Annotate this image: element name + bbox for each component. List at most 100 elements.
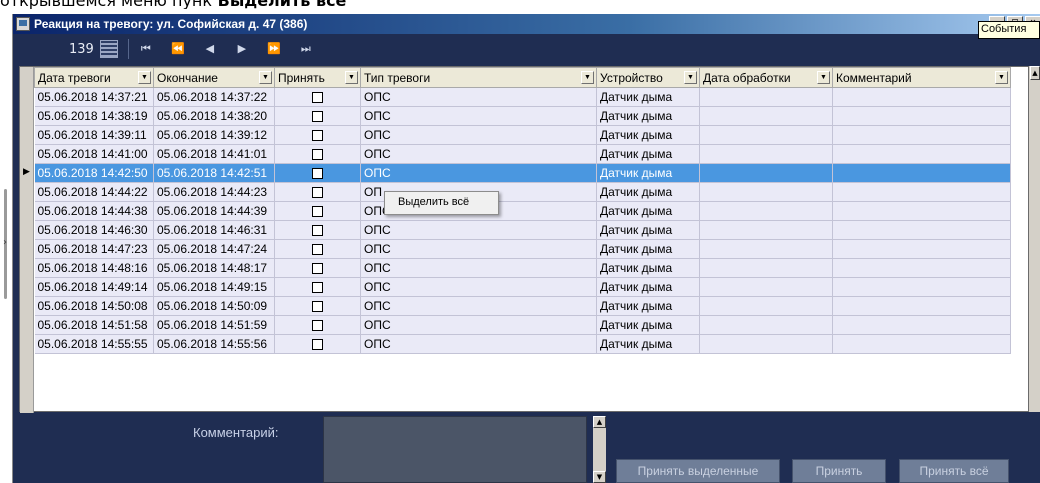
next-record-icon[interactable]: ▶	[233, 42, 249, 56]
table-row[interactable]: 05.06.2018 14:42:50 05.06.2018 14:42:51 ОП…	[34, 163, 1011, 183]
accept-checkbox[interactable]	[312, 244, 323, 256]
cell-accept[interactable]	[274, 144, 361, 164]
cell-alarm-date[interactable]: 05.06.2018 14:41:00	[34, 144, 154, 164]
table-row[interactable]: 05.06.2018 14:38:19 05.06.2018 14:38:20 ОП…	[34, 106, 1011, 126]
scroll-up-icon[interactable]: ▲	[593, 416, 606, 428]
comment-scrollbar[interactable]: ▲ ▼	[593, 416, 606, 483]
cell-comment[interactable]	[832, 334, 1011, 354]
cell-alarm-date[interactable]: 05.06.2018 14:47:23	[34, 239, 154, 259]
cell-end[interactable]: 05.06.2018 14:55:56	[153, 334, 275, 354]
cell-comment[interactable]	[832, 315, 1011, 335]
cell-device[interactable]: Датчик дыма	[596, 106, 700, 126]
cell-alarm-date[interactable]: 05.06.2018 14:49:14	[34, 277, 154, 297]
cell-alarm-date[interactable]: 05.06.2018 14:48:16	[34, 258, 154, 278]
cell-processed-date[interactable]	[699, 220, 833, 240]
cell-processed-date[interactable]	[699, 144, 833, 164]
cell-end[interactable]: 05.06.2018 14:37:22	[153, 87, 275, 107]
cell-alarm-date[interactable]: 05.06.2018 14:38:19	[34, 106, 154, 126]
cell-alarm-date[interactable]: 05.06.2018 14:44:22	[34, 182, 154, 202]
cell-comment[interactable]	[832, 239, 1011, 259]
accept-checkbox[interactable]	[312, 187, 323, 199]
cell-accept[interactable]	[274, 106, 361, 126]
cell-alarm-date[interactable]: 05.06.2018 14:51:58	[34, 315, 154, 335]
cell-alarm-type[interactable]: ОПС	[360, 144, 597, 164]
cell-processed-date[interactable]	[699, 87, 833, 107]
cell-device[interactable]: Датчик дыма	[596, 163, 700, 183]
cell-processed-date[interactable]	[699, 201, 833, 221]
table-row[interactable]: 05.06.2018 14:49:14 05.06.2018 14:49:15 ОП…	[34, 277, 1011, 297]
cell-alarm-date[interactable]: 05.06.2018 14:55:55	[34, 334, 154, 354]
col-alarm-type[interactable]: Тип тревоги ▼	[360, 67, 597, 88]
cell-alarm-date[interactable]: 05.06.2018 14:44:38	[34, 201, 154, 221]
cell-device[interactable]: Датчик дыма	[596, 296, 700, 316]
cell-accept[interactable]	[274, 87, 361, 107]
accept-checkbox[interactable]	[312, 206, 323, 218]
table-row[interactable]: 05.06.2018 14:50:08 05.06.2018 14:50:09 ОП…	[34, 296, 1011, 316]
cell-accept[interactable]	[274, 182, 361, 202]
cell-comment[interactable]	[832, 125, 1011, 145]
cell-alarm-type[interactable]: ОПС	[360, 163, 597, 183]
cell-comment[interactable]	[832, 87, 1011, 107]
cell-comment[interactable]	[832, 201, 1011, 221]
accept-checkbox[interactable]	[312, 282, 323, 294]
cell-comment[interactable]	[832, 106, 1011, 126]
cell-end[interactable]: 05.06.2018 14:46:31	[153, 220, 275, 240]
chevron-down-icon[interactable]: ▼	[259, 71, 272, 84]
accept-checkbox[interactable]	[312, 263, 323, 275]
cell-alarm-type[interactable]: ОПС	[360, 334, 597, 354]
cell-accept[interactable]	[274, 315, 361, 335]
cell-processed-date[interactable]	[699, 334, 833, 354]
cell-alarm-date[interactable]: 05.06.2018 14:42:50	[34, 163, 154, 183]
cell-end[interactable]: 05.06.2018 14:47:24	[153, 239, 275, 259]
table-row[interactable]: 05.06.2018 14:47:23 05.06.2018 14:47:24 ОП…	[34, 239, 1011, 259]
cell-accept[interactable]	[274, 220, 361, 240]
chevron-down-icon[interactable]: ▼	[995, 71, 1008, 84]
accept-all-button[interactable]: Принять всё	[899, 459, 1009, 483]
prev-page-icon[interactable]: ⏪	[169, 42, 185, 56]
cell-processed-date[interactable]	[699, 258, 833, 278]
chevron-down-icon[interactable]: ▼	[345, 71, 358, 84]
accept-checkbox[interactable]	[312, 149, 323, 161]
col-alarm-date[interactable]: Дата тревоги ▼	[34, 67, 154, 88]
accept-checkbox[interactable]	[312, 320, 323, 332]
cell-processed-date[interactable]	[699, 182, 833, 202]
cell-end[interactable]: 05.06.2018 14:48:17	[153, 258, 275, 278]
accept-checkbox[interactable]	[312, 111, 323, 123]
scroll-up-icon[interactable]: ▲	[1030, 66, 1040, 80]
chevron-down-icon[interactable]: ▼	[581, 71, 594, 84]
comment-input[interactable]	[323, 416, 587, 483]
cell-alarm-type[interactable]: ОПС	[360, 239, 597, 259]
table-row[interactable]: 05.06.2018 14:55:55 05.06.2018 14:55:56 ОП…	[34, 334, 1011, 354]
cell-device[interactable]: Датчик дыма	[596, 125, 700, 145]
cell-comment[interactable]	[832, 163, 1011, 183]
cell-alarm-type[interactable]: ОПС	[360, 315, 597, 335]
title-bar[interactable]: Реакция на тревогу: ул. Софийская д. 47 …	[13, 14, 1040, 34]
table-row[interactable]: 05.06.2018 14:48:16 05.06.2018 14:48:17 ОП…	[34, 258, 1011, 278]
table-row[interactable]: 05.06.2018 14:44:22 05.06.2018 14:44:23 ОП…	[34, 182, 1011, 202]
table-row[interactable]: 05.06.2018 14:39:11 05.06.2018 14:39:12 ОП…	[34, 125, 1011, 145]
table-row[interactable]: 05.06.2018 14:51:58 05.06.2018 14:51:59 ОП…	[34, 315, 1011, 335]
cell-end[interactable]: 05.06.2018 14:42:51	[153, 163, 275, 183]
cell-device[interactable]: Датчик дыма	[596, 315, 700, 335]
cell-alarm-type[interactable]: ОПС	[360, 258, 597, 278]
cell-accept[interactable]	[274, 239, 361, 259]
table-row[interactable]: 05.06.2018 14:37:21 05.06.2018 14:37:22 ОП…	[34, 87, 1011, 107]
last-record-icon[interactable]: ⏭	[297, 42, 313, 56]
scroll-down-icon[interactable]: ▼	[593, 471, 606, 483]
alarms-grid[interactable]: Дата тревоги ▼ Окончание ▼ Принять ▼ Тип тр…	[19, 66, 1029, 413]
table-row[interactable]: 05.06.2018 14:44:38 05.06.2018 14:44:39 ОП…	[34, 201, 1011, 221]
cell-end[interactable]: 05.06.2018 14:41:01	[153, 144, 275, 164]
cell-comment[interactable]	[832, 258, 1011, 278]
accept-checkbox[interactable]	[312, 339, 323, 351]
cell-alarm-type[interactable]: ОПС	[360, 296, 597, 316]
left-splitter[interactable]: ›	[0, 14, 12, 483]
cell-processed-date[interactable]	[699, 239, 833, 259]
col-end[interactable]: Окончание ▼	[153, 67, 275, 88]
cell-processed-date[interactable]	[699, 277, 833, 297]
context-menu-select-all[interactable]: Выделить всё	[398, 196, 469, 208]
cell-accept[interactable]	[274, 277, 361, 297]
col-processed-date[interactable]: Дата обработки ▼	[699, 67, 833, 88]
grid-vertical-scrollbar[interactable]: ▲	[1029, 66, 1040, 412]
accept-checkbox[interactable]	[312, 92, 323, 104]
cell-alarm-date[interactable]: 05.06.2018 14:50:08	[34, 296, 154, 316]
